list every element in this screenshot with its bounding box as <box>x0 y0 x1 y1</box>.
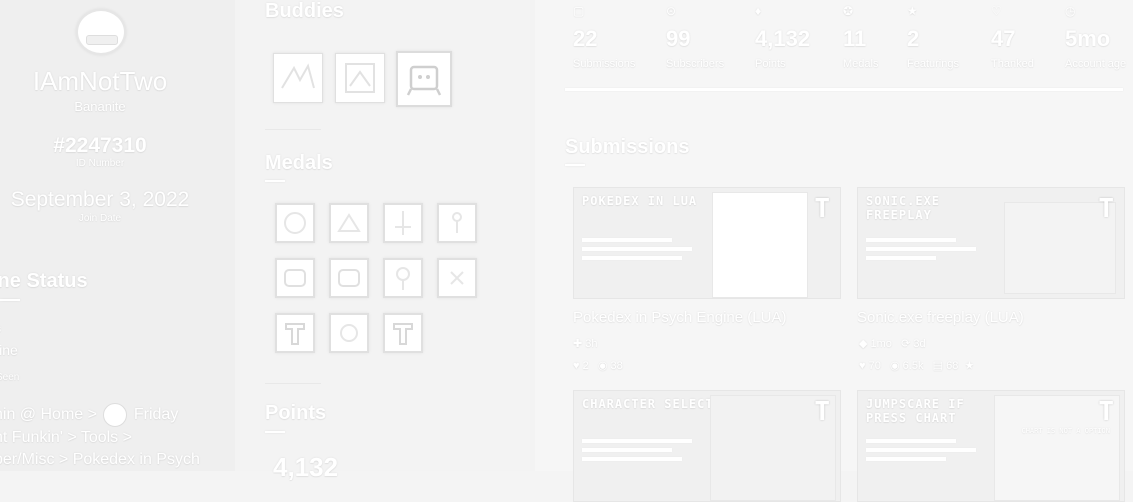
submission-stats: ♥ 70 ◉ 6.5k ▤ 68 ★ <box>859 360 975 372</box>
featurings-icon: ★ <box>907 4 918 18</box>
submission-stats: ♥ 2 ◉ 38 <box>573 360 623 372</box>
logo-icon: T <box>814 397 830 427</box>
join-date: September 3, 2022 <box>10 188 190 211</box>
online-status-heading: ine Status <box>0 270 88 292</box>
submission-age: ✚ 3h <box>573 338 598 350</box>
username: IAmNotTwo <box>32 66 168 96</box>
stat-value: 5mo <box>1065 26 1111 51</box>
buddy-avatar[interactable] <box>273 53 323 103</box>
submission-thumbnail[interactable]: SONIC.EXE FREEPLAY T <box>857 187 1125 299</box>
submissions-underline <box>565 164 585 166</box>
submission-thumbnail[interactable]: JUMPSCARE IF PRESS CHART T CHART IS NOT … <box>857 390 1125 502</box>
divider <box>265 129 321 130</box>
stat-points[interactable]: ♦ 4,132 Points <box>755 4 847 70</box>
id-number-label: ID Number <box>75 158 125 169</box>
medal-icon[interactable] <box>275 313 315 353</box>
stat-submissions[interactable]: ▢ 22 Submissions <box>573 4 665 70</box>
stat-value: 2 <box>907 26 920 51</box>
submissions-icon: ▢ <box>573 4 585 18</box>
divider <box>265 383 321 384</box>
medal-icon[interactable] <box>437 203 477 243</box>
profile-sidebar: IAmNotTwo Bananite #2247310 ID Number Se… <box>0 0 235 471</box>
thumbnail-title: JUMPSCARE IF PRESS CHART <box>866 397 965 425</box>
points-icon: ♦ <box>755 4 762 18</box>
medal-icon[interactable] <box>275 203 315 243</box>
stat-label: Submissions <box>573 58 636 70</box>
thumbnail-title: SONIC.EXE FREEPLAY <box>866 194 941 222</box>
location-link-1[interactable]: nin @ Home > <box>0 406 97 423</box>
medal-icon[interactable] <box>329 203 369 243</box>
location-link-3[interactable]: per/Misc > Pokedex in Psych <box>0 451 200 468</box>
stat-featurings[interactable]: ★ 2 Featurings <box>907 4 999 70</box>
stat-label: Points <box>755 58 786 70</box>
submission-title[interactable]: Pokedex in Psych Engine (LUA) <box>573 309 786 326</box>
status-label: s <box>0 324 1 335</box>
medals-underline <box>265 180 285 182</box>
medal-icon[interactable] <box>329 258 369 298</box>
stat-value: 22 <box>573 26 598 51</box>
points-value: 4,132 <box>273 452 339 482</box>
profile-middle-column: Buddies Medals Points 4,132 <box>235 0 535 482</box>
user-rank: Bananite <box>74 99 126 114</box>
account-age-icon: ◷ <box>1065 4 1076 18</box>
profile-main-column: ▢ 22 Submissions ⊙ 99 Subscribers ♦ 4,132 Points… <box>535 0 1133 502</box>
id-number: #2247310 <box>53 134 147 157</box>
stats-divider <box>565 88 1123 91</box>
logo-icon: T <box>1098 397 1114 427</box>
medal-icon[interactable] <box>437 258 477 298</box>
medal-icon[interactable] <box>329 313 369 353</box>
subscribers-icon: ⊙ <box>666 4 677 18</box>
points-underline <box>265 431 285 433</box>
medal-icon[interactable] <box>275 258 315 298</box>
stat-account-age[interactable]: ◷ 5mo Account age <box>1065 4 1133 70</box>
thumbnail-title: POKEDEX IN LUA <box>582 194 698 208</box>
logo-icon: T <box>1098 194 1114 224</box>
thumbnail-subtitle: CHART IS NOT A OPTION <box>1021 427 1110 435</box>
online-status-underline <box>0 299 20 301</box>
medal-icon[interactable] <box>383 203 423 243</box>
avatar[interactable] <box>76 9 126 55</box>
submission-age: ◆ 1mo ⟳ 3d <box>859 338 926 350</box>
last-seen-label: Seen <box>0 372 20 383</box>
status-value: line <box>0 342 18 358</box>
game-icon <box>103 403 128 427</box>
stat-subscribers[interactable]: ⊙ 99 Subscribers <box>666 4 758 70</box>
location-link-1b[interactable]: Friday <box>134 406 178 423</box>
submission-thumbnail[interactable]: CHARACTER SELECT T <box>573 390 841 502</box>
medal-icon[interactable] <box>383 258 423 298</box>
buddies-heading: Buddies <box>265 0 344 22</box>
current-location: nin @ Home > Friday ht Funkin' > Tools >… <box>0 403 224 471</box>
buddy-avatar-selected[interactable] <box>396 51 452 107</box>
submission-title[interactable]: Sonic.exe freeplay (LUA) <box>857 309 1024 326</box>
stat-label: Account age <box>1065 58 1127 70</box>
points-heading: Points <box>265 402 327 424</box>
stat-label: Featurings <box>907 58 959 70</box>
stat-value: 4,132 <box>755 26 811 51</box>
location-link-2[interactable]: ht Funkin' > Tools > <box>0 429 132 446</box>
submissions-heading: Submissions <box>565 136 690 158</box>
thumbnail-title: CHARACTER SELECT <box>582 397 714 411</box>
submission-thumbnail[interactable]: POKEDEX IN LUA T <box>573 187 841 299</box>
buddy-avatar[interactable] <box>335 53 385 103</box>
medal-icon[interactable] <box>383 313 423 353</box>
stat-value: 99 <box>666 26 691 51</box>
logo-icon: T <box>814 194 830 224</box>
medals-heading: Medals <box>265 152 333 174</box>
join-date-label: Join Date <box>78 213 122 224</box>
stat-label: Subscribers <box>666 58 725 70</box>
